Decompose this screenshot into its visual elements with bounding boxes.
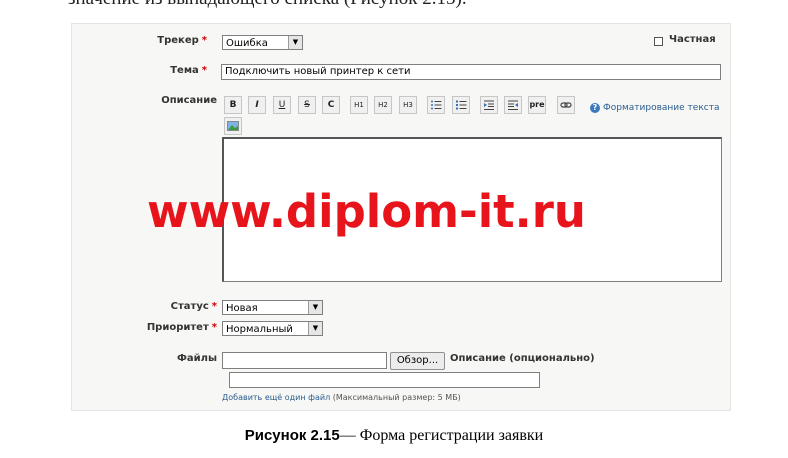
heading3-button[interactable]: H3 (399, 96, 417, 114)
chevron-down-icon: ▼ (288, 36, 302, 49)
align-right-button[interactable] (504, 96, 522, 114)
status-select[interactable]: Новая ▼ (222, 300, 323, 315)
preformatted-button[interactable]: pre (528, 96, 546, 114)
tracker-label: Трекер * (157, 35, 207, 46)
file-description-input[interactable] (229, 372, 540, 388)
indent-icon (508, 100, 518, 110)
add-file-row: Добавить ещё один файл (Максимальный раз… (222, 393, 461, 402)
formatting-help-link[interactable]: ? Форматирование текста (590, 103, 719, 113)
private-label: Частная (669, 34, 716, 45)
image-icon (227, 121, 239, 131)
align-left-button[interactable] (480, 96, 498, 114)
description-label: Описание (161, 95, 217, 106)
unordered-list-button[interactable] (427, 96, 445, 114)
help-icon: ? (590, 103, 600, 113)
status-label: Статус * (170, 301, 217, 312)
watermark-text: www.diplom-it.ru (147, 185, 586, 238)
code-button[interactable]: C (322, 96, 340, 114)
underline-button[interactable]: U (273, 96, 291, 114)
files-label: Файлы (176, 353, 217, 364)
priority-select[interactable]: Нормальный ▼ (222, 321, 323, 336)
insert-link-button[interactable] (557, 96, 575, 114)
figure-label: Рисунок 2.15 (244, 427, 340, 444)
chevron-down-icon: ▼ (308, 322, 322, 335)
add-file-link[interactable]: Добавить ещё один файл (222, 393, 330, 402)
heading2-button[interactable]: H2 (374, 96, 392, 114)
insert-image-button[interactable] (224, 117, 242, 135)
max-size-note: (Максимальный размер: 5 МБ) (332, 393, 461, 402)
tracker-select[interactable]: Ошибка ▼ (222, 35, 303, 50)
bold-button[interactable]: B (224, 96, 242, 114)
figure-description: — Форма регистрации заявки (339, 427, 544, 444)
numbered-list-icon (456, 100, 467, 110)
ordered-list-button[interactable] (452, 96, 470, 114)
figure-caption: Рисунок 2.15— Форма регистрации заявки (0, 425, 788, 445)
chevron-down-icon: ▼ (308, 301, 322, 314)
outdent-icon (484, 100, 494, 110)
subject-input[interactable]: Подключить новый принтер к сети (221, 64, 721, 80)
browse-button[interactable]: Обзор... (390, 352, 445, 370)
priority-label: Приоритет * (146, 322, 217, 333)
file-path-input[interactable] (222, 352, 387, 369)
link-icon (560, 102, 572, 108)
strikethrough-button[interactable]: S (298, 96, 316, 114)
private-checkbox[interactable] (654, 37, 663, 46)
italic-button[interactable]: I (248, 96, 266, 114)
subject-label: Тема * (170, 65, 207, 76)
file-description-label: Описание (опционально) (450, 353, 595, 364)
heading1-button[interactable]: H1 (350, 96, 368, 114)
bullet-list-icon (431, 100, 442, 110)
document-top-text: значение из выпадающего списка (Рисунок … (68, 0, 768, 10)
